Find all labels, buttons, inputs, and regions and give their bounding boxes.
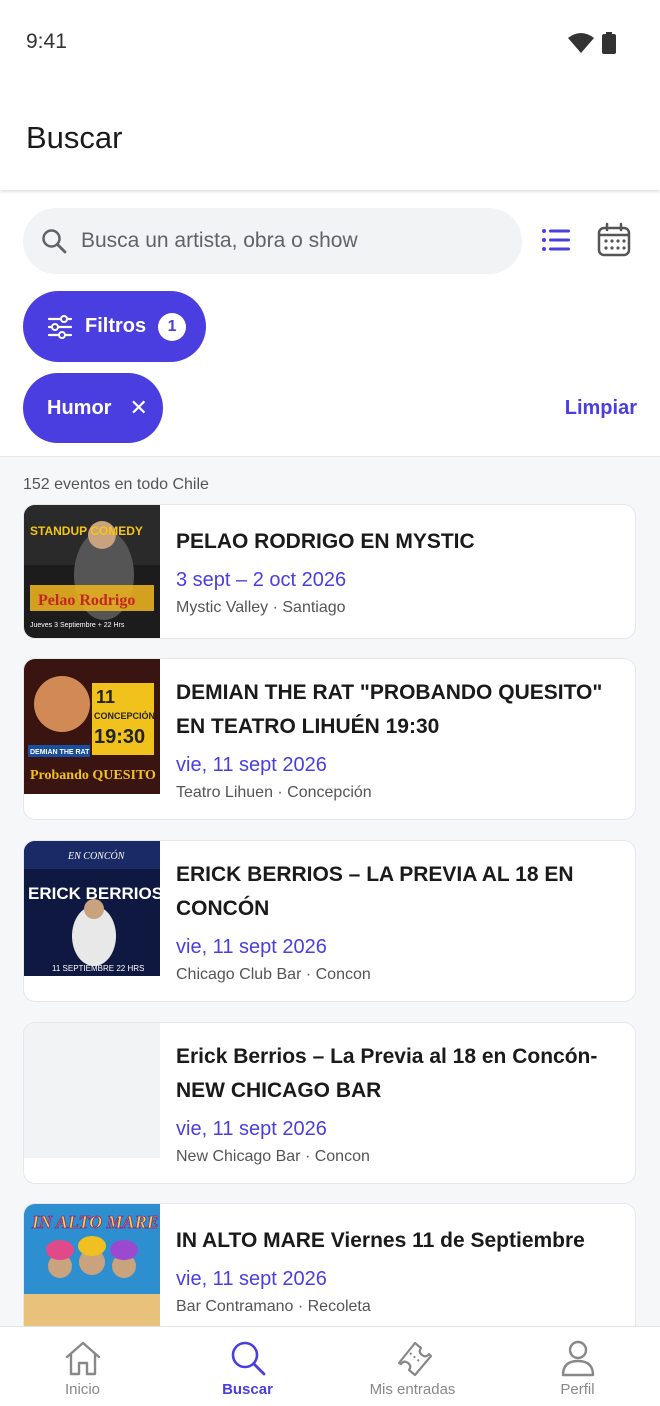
- event-title: DEMIAN THE RAT "PROBANDO QUESITO" EN TEA…: [176, 681, 603, 738]
- event-poster-placeholder: [24, 1023, 160, 1158]
- filters-label: Filtros: [85, 315, 147, 337]
- event-title: Erick Berrios – La Previa al 18 en Concó…: [176, 1045, 598, 1102]
- app-bar: Buscar: [0, 86, 660, 190]
- nav-label: Buscar: [222, 1381, 273, 1398]
- event-card[interactable]: STANDUP COMEDY Pelao Rodrigo Jueves 3 Se…: [23, 504, 636, 639]
- event-title: ERICK BERRIOS – LA PREVIA AL 18 EN CONCÓ…: [176, 863, 574, 920]
- nav-item-mis-entradas[interactable]: Mis entradas: [330, 1327, 495, 1406]
- battery-icon: [602, 32, 616, 54]
- event-date: vie, 11 sept 2026: [176, 754, 327, 776]
- event-date: vie, 11 sept 2026: [176, 936, 327, 958]
- poster-text: STANDUP COMEDY: [30, 524, 143, 538]
- chip-label: Humor: [47, 396, 112, 419]
- results-list: 152 eventos en todo Chile STANDUP COMEDY…: [0, 456, 660, 1326]
- event-card[interactable]: IN ALTO MARE IN ALTO MARE Viernes 11 de …: [23, 1203, 636, 1326]
- event-poster: STANDUP COMEDY Pelao Rodrigo Jueves 3 Se…: [24, 505, 160, 638]
- nav-item-perfil[interactable]: Perfil: [495, 1327, 660, 1406]
- poster-text: 19:30: [94, 726, 145, 748]
- event-poster: 11 CONCEPCIÓN 19:30 DEMIAN THE RAT Proba…: [24, 659, 160, 794]
- clear-filters-link[interactable]: Limpiar: [565, 397, 637, 420]
- event-card[interactable]: EN CONCÓN ERICK BERRIOS 11 SEPTIEMBRE 22…: [23, 840, 636, 1002]
- filters-count-badge: 1: [158, 312, 187, 341]
- search-placeholder: Busca un artista, obra o show: [81, 229, 358, 252]
- search-area: Busca un artista, obra o show Filtros 1 …: [0, 190, 660, 455]
- event-poster: IN ALTO MARE: [24, 1204, 160, 1326]
- event-venue: Chicago Club Bar · Concon: [176, 966, 371, 983]
- search-icon: [231, 1341, 265, 1376]
- search-input[interactable]: Busca un artista, obra o show: [23, 208, 522, 274]
- bottom-navigation: Inicio Buscar Mis entradas Perfil: [0, 1326, 660, 1406]
- event-title: PELAO RODRIGO EN MYSTIC: [176, 530, 475, 553]
- nav-label: Perfil: [560, 1381, 595, 1398]
- event-venue: Mystic Valley · Santiago: [176, 599, 346, 616]
- poster-text: DEMIAN THE RAT: [30, 749, 90, 756]
- nav-item-buscar[interactable]: Buscar: [165, 1327, 330, 1406]
- ticket-icon: [397, 1341, 432, 1377]
- status-icons: [568, 32, 616, 54]
- list-view-icon[interactable]: [538, 222, 574, 258]
- close-icon[interactable]: ✕: [129, 395, 147, 421]
- nav-label: Mis entradas: [369, 1381, 456, 1398]
- results-count: 152 eventos en todo Chile: [23, 476, 209, 493]
- event-venue: Bar Contramano · Recoleta: [176, 1298, 371, 1315]
- status-bar: 9:41: [0, 0, 660, 86]
- nav-label: Inicio: [64, 1381, 101, 1398]
- page-title: Buscar: [26, 120, 123, 155]
- poster-text: 11 SEPTIEMBRE 22 HRS: [52, 964, 144, 973]
- event-poster: EN CONCÓN ERICK BERRIOS 11 SEPTIEMBRE 22…: [24, 841, 160, 976]
- user-icon: [561, 1340, 594, 1377]
- status-time: 9:41: [26, 30, 67, 53]
- event-date: vie, 11 sept 2026: [176, 1268, 327, 1290]
- nav-item-inicio[interactable]: Inicio: [0, 1327, 165, 1406]
- poster-text: EN CONCÓN: [67, 850, 126, 862]
- poster-text: Probando QUESITO: [30, 768, 156, 783]
- filters-button[interactable]: Filtros 1: [23, 291, 206, 362]
- wifi-icon: [568, 33, 594, 53]
- event-title: IN ALTO MARE Viernes 11 de Septiembre: [176, 1229, 585, 1252]
- event-card[interactable]: Erick Berrios – La Previa al 18 en Concó…: [23, 1022, 636, 1184]
- poster-text: Pelao Rodrigo: [38, 592, 135, 609]
- home-icon: [65, 1341, 100, 1376]
- event-card[interactable]: 11 CONCEPCIÓN 19:30 DEMIAN THE RAT Proba…: [23, 658, 636, 820]
- poster-text: CONCEPCIÓN: [94, 710, 155, 721]
- search-icon: [42, 229, 67, 254]
- event-venue: New Chicago Bar · Concon: [176, 1148, 370, 1165]
- filter-chip-humor[interactable]: Humor ✕: [23, 373, 163, 443]
- event-date: vie, 11 sept 2026: [176, 1118, 327, 1140]
- poster-text: 11: [96, 687, 115, 707]
- event-venue: Teatro Lihuen · Concepción: [176, 784, 372, 801]
- poster-text: Jueves 3 Septiembre + 22 Hrs: [30, 622, 125, 629]
- event-date: 3 sept – 2 oct 2026: [176, 569, 347, 591]
- sliders-icon: [47, 314, 73, 339]
- poster-text: IN ALTO MARE: [31, 1212, 159, 1232]
- calendar-view-icon[interactable]: [596, 222, 632, 258]
